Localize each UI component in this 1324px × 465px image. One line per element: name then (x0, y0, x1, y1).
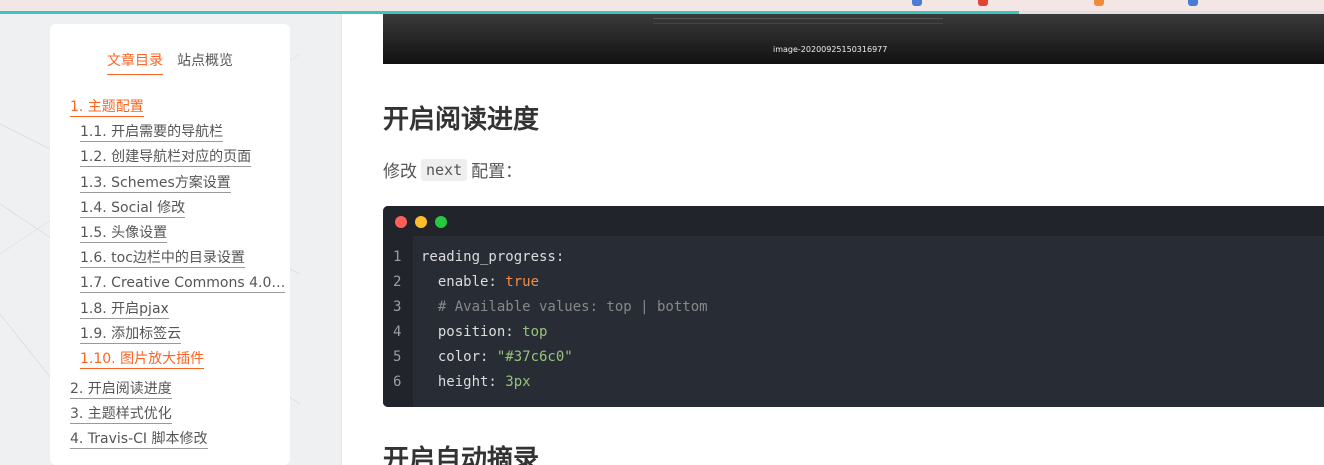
code-line: 3 # Available values: top | bottom (383, 295, 1324, 320)
toc-item[interactable]: 1.1. 开启需要的导航栏 (80, 123, 224, 142)
toc-item[interactable]: 2. 开启阅读进度 (70, 380, 172, 399)
code-key: enable: (421, 274, 506, 290)
red-tray-icon (978, 0, 988, 6)
article-image: image-20200925150316977 (383, 14, 1324, 64)
line-number: 4 (393, 324, 402, 340)
close-dot-icon (395, 216, 407, 228)
minimize-dot-icon (415, 216, 427, 228)
code-key: position: (421, 324, 523, 340)
line-number: 2 (393, 274, 402, 290)
line-number: 1 (393, 249, 402, 265)
toc-item[interactable]: 4. Travis-CI 脚本修改 (70, 430, 208, 449)
orange-tray-icon (1094, 0, 1104, 6)
toc-item[interactable]: 1.5. 头像设置 (80, 224, 168, 243)
line-number: 5 (393, 349, 402, 365)
code-key: color: (421, 349, 497, 365)
paragraph-text-before: 修改 (383, 162, 417, 182)
code-source: height: 3px (421, 370, 531, 395)
code-value: true (505, 274, 540, 290)
code-source: position: top (421, 320, 548, 345)
sidebar-panel: 文章目录 站点概览 1. 主题配置 1.1. 开启需要的导航栏 1.2. 创建导航栏… (50, 24, 290, 465)
line-number: 6 (393, 374, 402, 390)
main-content: image-20200925150316977 开启阅读进度 修改 next 配… (341, 14, 1324, 465)
heading-auto-excerpt: 开启自动摘录 (383, 445, 540, 465)
code-value: top (522, 324, 548, 340)
toc-item[interactable]: 3. 主题样式优化 (70, 405, 172, 424)
code-key: reading_progress: (421, 249, 565, 265)
code-source: color: "#37c6c0" (421, 345, 573, 370)
code-comment: # Available values: top | bottom (421, 299, 708, 315)
tab-toc[interactable]: 文章目录 (107, 50, 163, 75)
code-value: "#37c6c0" (496, 349, 573, 365)
sidebar-tabs: 文章目录 站点概览 (50, 50, 290, 75)
code-block-header (383, 206, 1324, 236)
code-line: 6 height: 3px (383, 370, 1324, 395)
code-source: reading_progress: (421, 245, 564, 270)
image-caption: image-20200925150316977 (773, 45, 888, 54)
paragraph: 修改 next 配置： (383, 157, 522, 182)
blue-tray-icon (912, 0, 922, 6)
inline-code: next (421, 158, 468, 181)
code-line: 2 enable: true (383, 270, 1324, 295)
blue-tray-icon-2 (1188, 0, 1198, 6)
code-block: 1 reading_progress: 2 enable: true 3 # Avai… (383, 206, 1324, 407)
image-detail (653, 18, 943, 24)
toc-item[interactable]: 1.9. 添加标签云 (80, 325, 182, 344)
code-value: 3px (505, 374, 531, 390)
toc-item[interactable]: 1.7. Creative Commons 4.0… (80, 274, 286, 293)
toc-item[interactable]: 1.4. Social 修改 (80, 199, 186, 218)
code-line: 4 position: top (383, 320, 1324, 345)
code-source: # Available values: top | bottom (421, 295, 708, 320)
toc-item[interactable]: 1. 主题配置 (70, 98, 144, 117)
heading-reading-progress: 开启阅读进度 (383, 105, 540, 135)
code-body: 1 reading_progress: 2 enable: true 3 # Avai… (383, 236, 1324, 407)
toc-item[interactable]: 1.2. 创建导航栏对应的页面 (80, 148, 252, 167)
toc-item[interactable]: 1.8. 开启pjax (80, 300, 169, 319)
maximize-dot-icon (435, 216, 447, 228)
code-key: height: (421, 374, 506, 390)
toc-item[interactable]: 1.10. 图片放大插件 (80, 350, 205, 369)
code-line: 5 color: "#37c6c0" (383, 345, 1324, 370)
code-line: 1 reading_progress: (383, 245, 1324, 270)
code-source: enable: true (421, 270, 539, 295)
line-number: 3 (393, 299, 402, 315)
tab-site-overview[interactable]: 站点概览 (177, 50, 233, 75)
paragraph-text-after: 配置： (471, 162, 523, 182)
toc-item[interactable]: 1.6. toc边栏中的目录设置 (80, 249, 245, 268)
toc-item[interactable]: 1.3. Schemes方案设置 (80, 174, 231, 193)
